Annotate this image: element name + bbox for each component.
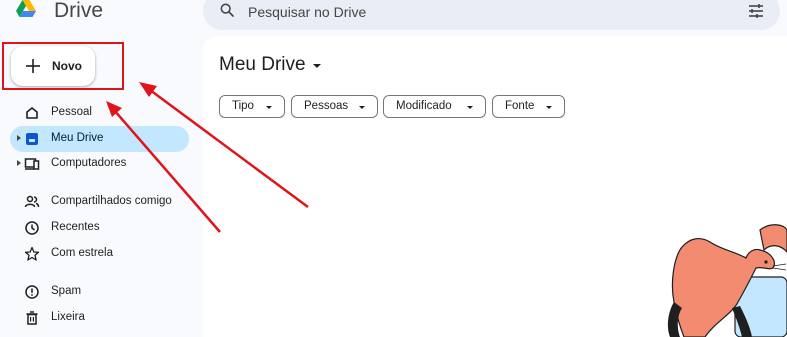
filter-chip-tipo[interactable]: Tipo bbox=[219, 95, 285, 118]
sidebar-item-label: Pessoal bbox=[51, 106, 92, 118]
empty-state-illustration bbox=[667, 224, 787, 337]
chevron-down-icon bbox=[359, 106, 365, 109]
sidebar-item-label: Meu Drive bbox=[51, 132, 104, 144]
sidebar-item-recentes[interactable]: Recentes bbox=[10, 215, 189, 241]
shared-icon bbox=[24, 195, 40, 208]
sidebar-item-meu-drive[interactable]: Meu Drive bbox=[10, 126, 189, 152]
sidebar-item-compartilhados[interactable]: Compartilhados comigo bbox=[10, 189, 189, 215]
highlight-box bbox=[2, 42, 124, 90]
sidebar-item-label: Recentes bbox=[51, 221, 100, 233]
drive-logo[interactable]: Drive bbox=[16, 0, 103, 22]
sidebar-item-lixeira[interactable]: Lixeira bbox=[10, 305, 189, 331]
star-icon bbox=[24, 246, 40, 261]
page-title[interactable]: Meu Drive bbox=[219, 54, 306, 76]
filter-chip-fonte[interactable]: Fonte bbox=[492, 95, 565, 118]
filter-chip-pessoas[interactable]: Pessoas bbox=[291, 95, 378, 118]
filter-chip-label: Tipo bbox=[232, 100, 254, 112]
expand-caret-icon[interactable] bbox=[17, 135, 21, 141]
app-name: Drive bbox=[54, 0, 104, 22]
drive-icon bbox=[26, 133, 38, 145]
expand-caret-icon[interactable] bbox=[17, 160, 21, 166]
chevron-down-icon bbox=[546, 106, 552, 109]
sidebar-item-label: Lixeira bbox=[51, 311, 85, 323]
chevron-down-icon bbox=[467, 106, 473, 109]
search-icon[interactable] bbox=[219, 2, 235, 18]
spam-icon bbox=[25, 285, 39, 299]
sidebar-item-pessoal[interactable]: Pessoal bbox=[10, 100, 189, 126]
computer-icon bbox=[24, 158, 40, 170]
sidebar-item-label: Computadores bbox=[51, 157, 127, 169]
filter-chip-label: Fonte bbox=[505, 100, 535, 112]
sidebar-item-com-estrela[interactable]: Com estrela bbox=[10, 241, 189, 267]
drive-logo-icon bbox=[16, 0, 36, 17]
filter-chip-label: Modificado bbox=[396, 100, 452, 112]
sidebar-item-label: Com estrela bbox=[51, 247, 113, 259]
home-icon bbox=[26, 107, 38, 119]
top-bar: Drive Pesquisar no Drive bbox=[0, 0, 787, 30]
sidebar-item-label: Spam bbox=[51, 285, 82, 297]
search-input[interactable]: Pesquisar no Drive bbox=[248, 4, 366, 20]
clock-icon bbox=[25, 221, 39, 235]
search-bar[interactable]: Pesquisar no Drive bbox=[203, 0, 780, 30]
filter-chip-label: Pessoas bbox=[304, 100, 349, 112]
filter-chip-modificado[interactable]: Modificado bbox=[383, 95, 486, 118]
title-dropdown-icon[interactable] bbox=[313, 64, 321, 68]
sidebar-item-spam[interactable]: Spam bbox=[10, 279, 189, 305]
chevron-down-icon bbox=[266, 106, 272, 109]
sidebar-item-computadores[interactable]: Computadores bbox=[10, 151, 189, 177]
sidebar-item-label: Compartilhados comigo bbox=[51, 195, 172, 207]
search-options-icon[interactable] bbox=[748, 4, 764, 18]
trash-icon bbox=[26, 311, 38, 325]
